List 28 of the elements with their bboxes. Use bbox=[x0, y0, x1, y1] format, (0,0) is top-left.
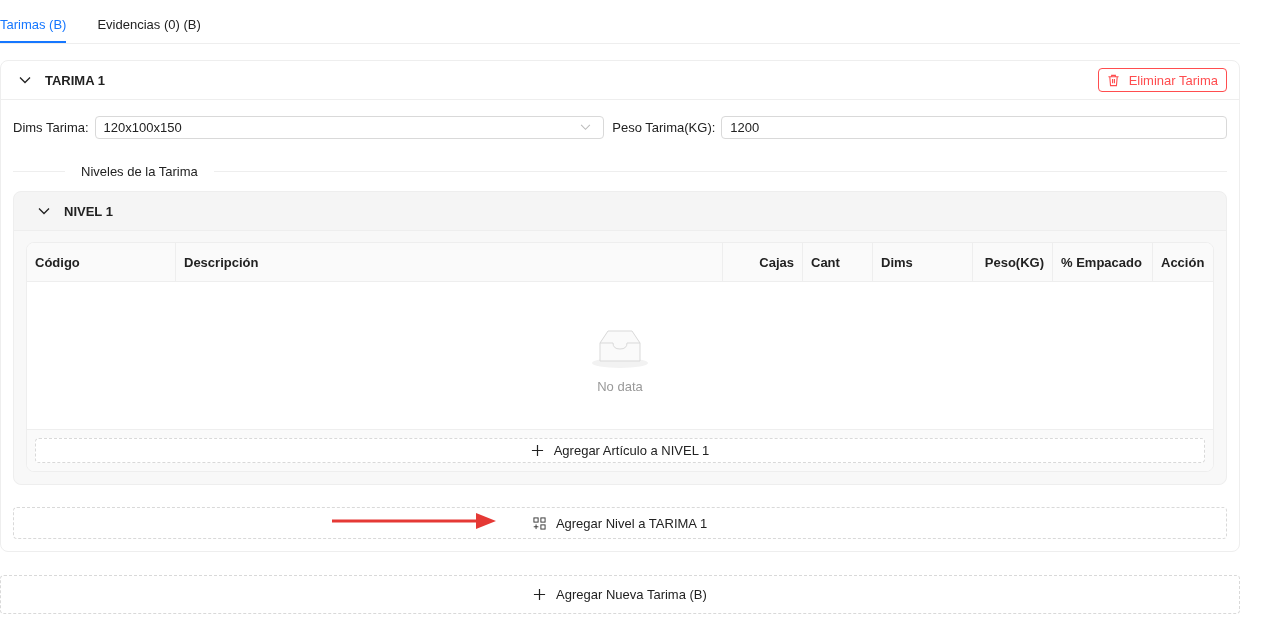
section-divider-label: Niveles de la Tarima bbox=[81, 163, 198, 179]
tab[interactable]: Tarimas (B) bbox=[0, 0, 67, 43]
dims-select[interactable]: 120x100x150 bbox=[94, 116, 605, 139]
weight-input[interactable]: 1200 bbox=[721, 116, 1227, 139]
column-header: Dims bbox=[873, 243, 973, 281]
trash-icon bbox=[1106, 73, 1120, 87]
dims-label: Dims Tarima: bbox=[13, 120, 89, 135]
level-title: NIVEL 1 bbox=[64, 203, 113, 219]
plus-icon bbox=[533, 588, 547, 601]
grid-plus-icon bbox=[532, 516, 546, 530]
column-header: Acción bbox=[1160, 253, 1206, 272]
tab[interactable]: Evidencias (0) (B) bbox=[97, 0, 201, 43]
add-item-button[interactable]: Agregar Artículo a NIVEL 1 bbox=[35, 438, 1205, 463]
add-level-button[interactable]: Agregar Nivel a TARIMA 1 bbox=[13, 507, 1227, 539]
column-header: Cajas bbox=[723, 243, 803, 281]
dropdown-caret-icon bbox=[580, 124, 592, 131]
empty-message: No data bbox=[597, 379, 643, 394]
weight-label: Peso Tarima(KG): bbox=[612, 120, 716, 135]
column-header: Código bbox=[27, 243, 176, 281]
column-header: Cant bbox=[803, 243, 873, 281]
column-header: Peso(KG) bbox=[973, 243, 1053, 281]
plus-icon bbox=[530, 444, 544, 457]
add-pallet-button[interactable]: Agregar Nueva Tarima (B) bbox=[0, 575, 1240, 614]
pallet-title: TARIMA 1 bbox=[45, 72, 105, 88]
column-header: % Empacado bbox=[1053, 243, 1153, 281]
column-header: Descripción bbox=[176, 243, 723, 281]
chevron-icon[interactable] bbox=[19, 74, 31, 86]
chevron-icon[interactable] bbox=[38, 205, 50, 217]
